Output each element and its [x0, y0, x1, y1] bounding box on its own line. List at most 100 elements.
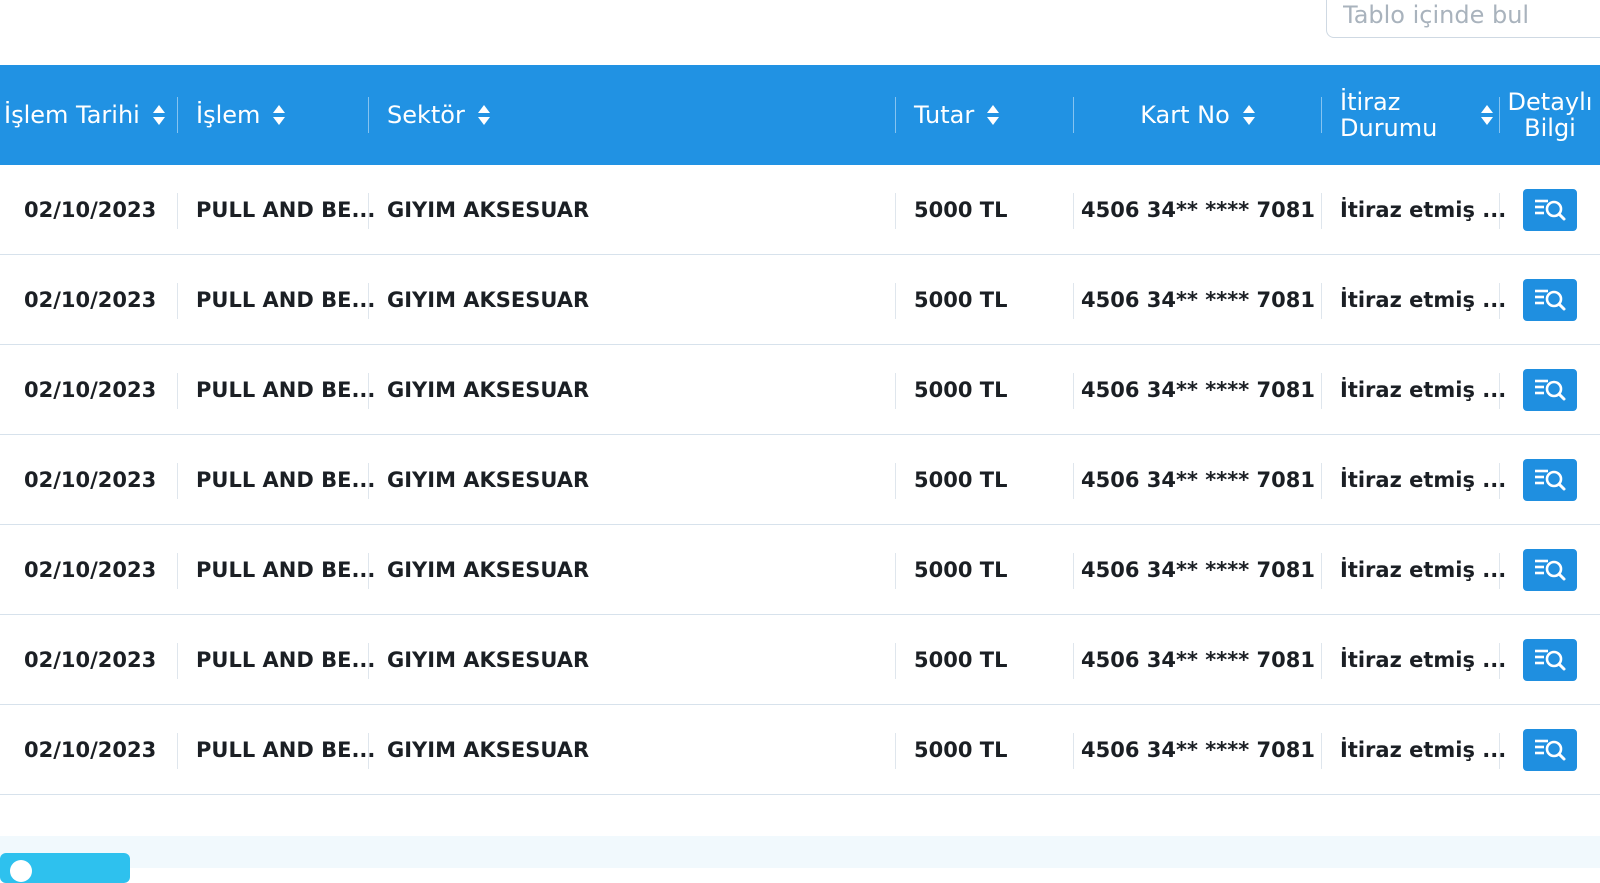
detail-button[interactable]: [1523, 548, 1577, 591]
header-date[interactable]: İşlem Tarihi: [0, 65, 178, 165]
table-body: 02/10/2023 PULL AND BE... GIYIM AKSESUAR…: [0, 165, 1600, 795]
cell-amount: 5000 TL: [896, 525, 1074, 614]
cell-transaction: PULL AND BE...: [178, 525, 375, 614]
detail-search-icon: [1535, 469, 1566, 490]
cell-transaction: PULL AND BE...: [178, 705, 375, 794]
cell-objection: İtiraz etmiş ...: [1322, 345, 1506, 434]
cell-sector: GIYIM AKSESUAR: [369, 435, 896, 524]
cell-sector: GIYIM AKSESUAR: [369, 165, 896, 254]
footer-button-icon: [10, 860, 32, 882]
header-detail-line2: Bilgi: [1524, 114, 1576, 142]
detail-button[interactable]: [1523, 728, 1577, 771]
cell-transaction: PULL AND BE...: [178, 255, 375, 344]
header-objection[interactable]: İtiraz Durumu: [1322, 65, 1500, 165]
cell-date: 02/10/2023: [0, 345, 178, 434]
cell-objection: İtiraz etmiş ...: [1322, 255, 1506, 344]
cell-date: 02/10/2023: [0, 435, 178, 524]
cell-transaction: PULL AND BE...: [178, 435, 375, 524]
cell-amount: 5000 TL: [896, 615, 1074, 704]
table-header: İşlem Tarihi İşlem Sektör Tutar Kart No: [0, 65, 1600, 165]
sort-icon[interactable]: [1242, 104, 1256, 126]
header-card[interactable]: Kart No: [1074, 65, 1322, 165]
header-sector[interactable]: Sektör: [369, 65, 896, 165]
cell-amount: 5000 TL: [896, 165, 1074, 254]
detail-search-icon: [1535, 559, 1566, 580]
cell-transaction: PULL AND BE...: [178, 345, 375, 434]
search-input[interactable]: [1327, 0, 1600, 37]
cell-date: 02/10/2023: [0, 705, 178, 794]
header-objection-line2: Durumu: [1340, 114, 1438, 142]
table-row: 02/10/2023 PULL AND BE... GIYIM AKSESUAR…: [0, 525, 1600, 615]
table-row: 02/10/2023 PULL AND BE... GIYIM AKSESUAR…: [0, 165, 1600, 255]
cell-detail: [1500, 345, 1600, 434]
sort-icon[interactable]: [986, 104, 1000, 126]
header-amount[interactable]: Tutar: [896, 65, 1074, 165]
cell-detail: [1500, 705, 1600, 794]
table-row: 02/10/2023 PULL AND BE... GIYIM AKSESUAR…: [0, 255, 1600, 345]
header-transaction-label: İşlem: [196, 101, 261, 129]
detail-search-icon: [1535, 379, 1566, 400]
cell-card: 4506 34** **** 7081: [1074, 255, 1322, 344]
table-row: 02/10/2023 PULL AND BE... GIYIM AKSESUAR…: [0, 615, 1600, 705]
table-row: 02/10/2023 PULL AND BE... GIYIM AKSESUAR…: [0, 435, 1600, 525]
cell-card: 4506 34** **** 7081: [1074, 165, 1322, 254]
cell-sector: GIYIM AKSESUAR: [369, 255, 896, 344]
detail-button[interactable]: [1523, 188, 1577, 231]
detail-button[interactable]: [1523, 638, 1577, 681]
header-detail: Detaylı Bilgi: [1500, 65, 1600, 165]
cell-amount: 5000 TL: [896, 435, 1074, 524]
cell-date: 02/10/2023: [0, 525, 178, 614]
cell-transaction: PULL AND BE...: [178, 615, 375, 704]
cell-sector: GIYIM AKSESUAR: [369, 615, 896, 704]
detail-search-icon: [1535, 199, 1566, 220]
cell-card: 4506 34** **** 7081: [1074, 345, 1322, 434]
transactions-table: İşlem Tarihi İşlem Sektör Tutar Kart No: [0, 65, 1600, 795]
cell-detail: [1500, 255, 1600, 344]
footer-button[interactable]: [0, 853, 130, 883]
detail-button[interactable]: [1523, 278, 1577, 321]
header-transaction[interactable]: İşlem: [178, 65, 369, 165]
cell-sector: GIYIM AKSESUAR: [369, 705, 896, 794]
cell-sector: GIYIM AKSESUAR: [369, 345, 896, 434]
header-card-label: Kart No: [1140, 101, 1230, 129]
sort-icon[interactable]: [477, 104, 491, 126]
detail-search-icon: [1535, 649, 1566, 670]
cell-amount: 5000 TL: [896, 255, 1074, 344]
cell-sector: GIYIM AKSESUAR: [369, 525, 896, 614]
detail-button[interactable]: [1523, 458, 1577, 501]
cell-detail: [1500, 165, 1600, 254]
cell-amount: 5000 TL: [896, 345, 1074, 434]
detail-search-icon: [1535, 289, 1566, 310]
cell-card: 4506 34** **** 7081: [1074, 435, 1322, 524]
cell-objection: İtiraz etmiş ...: [1322, 435, 1506, 524]
cell-detail: [1500, 615, 1600, 704]
detail-search-icon: [1535, 739, 1566, 760]
cell-amount: 5000 TL: [896, 705, 1074, 794]
cell-objection: İtiraz etmiş ...: [1322, 705, 1506, 794]
header-objection-label: İtiraz Durumu: [1340, 89, 1468, 141]
cell-date: 02/10/2023: [0, 255, 178, 344]
cell-objection: İtiraz etmiş ...: [1322, 165, 1506, 254]
cell-detail: [1500, 525, 1600, 614]
cell-detail: [1500, 435, 1600, 524]
detail-button[interactable]: [1523, 368, 1577, 411]
header-detail-line1: Detaylı: [1507, 88, 1593, 116]
sort-icon[interactable]: [152, 104, 166, 126]
table-row: 02/10/2023 PULL AND BE... GIYIM AKSESUAR…: [0, 345, 1600, 435]
cell-transaction: PULL AND BE...: [178, 165, 375, 254]
cell-date: 02/10/2023: [0, 165, 178, 254]
table-row: 02/10/2023 PULL AND BE... GIYIM AKSESUAR…: [0, 705, 1600, 795]
header-date-label: İşlem Tarihi: [4, 101, 140, 129]
sort-icon[interactable]: [272, 104, 286, 126]
header-amount-label: Tutar: [914, 101, 975, 129]
header-sector-label: Sektör: [387, 101, 465, 129]
header-detail-label: Detaylı Bilgi: [1508, 89, 1593, 141]
sort-icon[interactable]: [1480, 104, 1494, 126]
footer-area: [0, 836, 1600, 868]
cell-card: 4506 34** **** 7081: [1074, 525, 1322, 614]
header-objection-line1: İtiraz: [1340, 88, 1401, 116]
cell-objection: İtiraz etmiş ...: [1322, 615, 1506, 704]
cell-card: 4506 34** **** 7081: [1074, 705, 1322, 794]
cell-card: 4506 34** **** 7081: [1074, 615, 1322, 704]
table-search: [1326, 0, 1600, 38]
